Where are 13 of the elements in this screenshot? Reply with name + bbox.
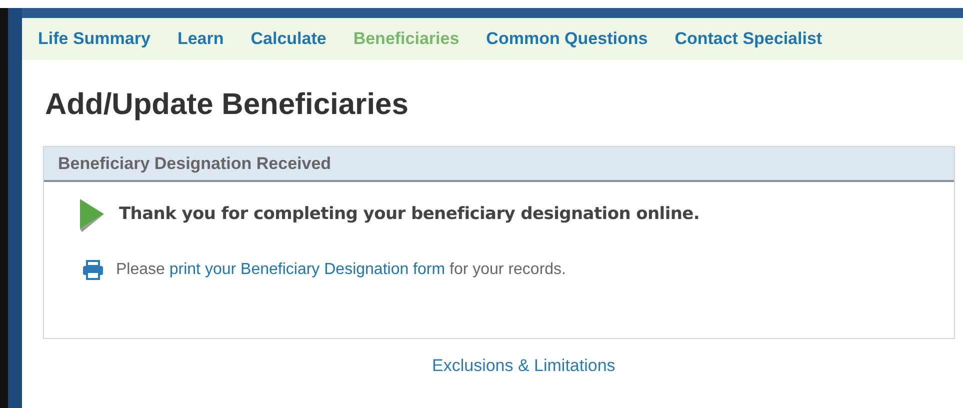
confirmation-message: Thank you for completing your beneficiary designation online. [119, 203, 700, 226]
nav-tab[interactable]: Life Summary [38, 26, 150, 52]
page-heading: Add/Update Beneficiaries [45, 90, 408, 120]
printer-icon[interactable] [82, 260, 104, 280]
play-arrow-icon [79, 198, 105, 232]
nav-tab[interactable]: Calculate [250, 26, 326, 52]
nav-tab[interactable]: Common Questions [486, 26, 648, 52]
print-form-link[interactable]: print your Beneficiary Designation form [169, 261, 446, 278]
nav-tab[interactable]: Contact Specialist [674, 26, 822, 52]
exclusions-link[interactable]: Exclusions & Limitations [432, 353, 616, 378]
nav-tab[interactable]: Learn [177, 26, 224, 52]
print-instruction: Please print your Beneficiary Designation form for your records. [116, 260, 566, 280]
panel-title: Beneficiary Designation Received [58, 152, 332, 175]
